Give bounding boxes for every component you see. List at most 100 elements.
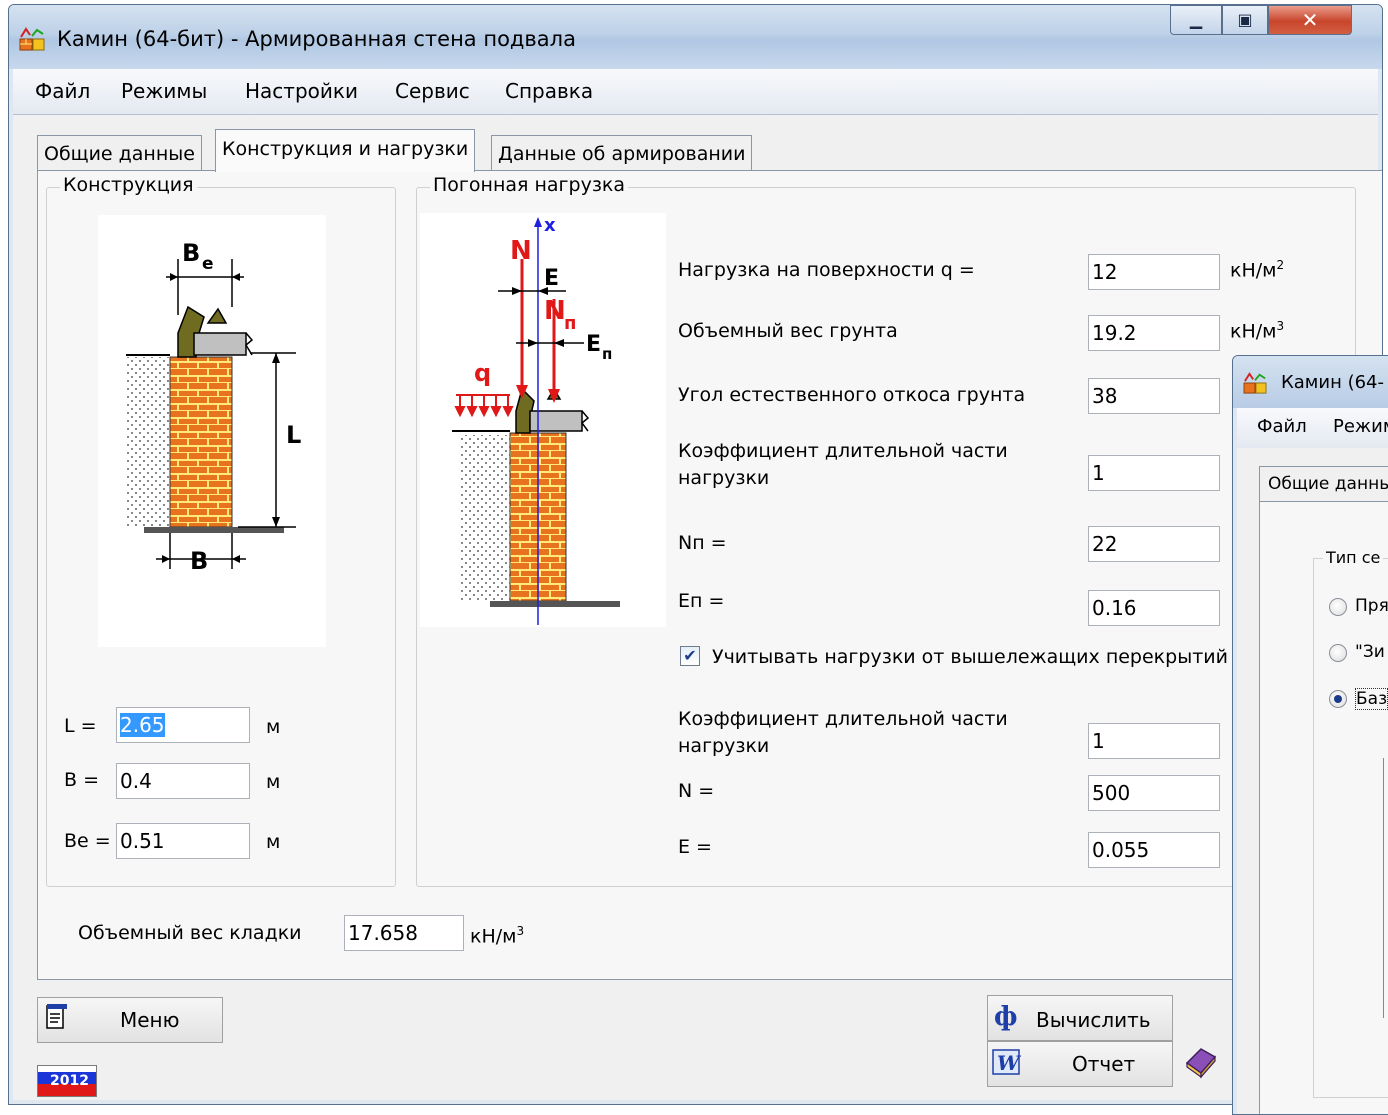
phi-icon: ф xyxy=(994,1002,1018,1032)
secondary-window-title: Камин (64- xyxy=(1281,372,1384,393)
en-input[interactable]: 0.16 xyxy=(1088,590,1220,626)
load-q-label: q xyxy=(474,359,491,387)
surface-load-input[interactable]: 12 xyxy=(1088,254,1220,290)
nn-label: Nп = xyxy=(678,532,727,554)
secondary-window[interactable]: Камин (64- Файл Режим Общие данны Тип се… xyxy=(1232,355,1388,1115)
check-icon: ✔ xyxy=(683,646,697,665)
wall-construction-figure: B e L B xyxy=(98,215,326,647)
window-title: Камин (64-бит) - Армированная стена подв… xyxy=(57,27,576,51)
floor-slab xyxy=(193,332,247,356)
upper-duration-coef-label-2: нагрузки xyxy=(678,735,770,757)
e-input[interactable]: 0.055 xyxy=(1088,832,1220,868)
load-nn-label: N xyxy=(544,296,566,326)
l-input[interactable]: 2.65 xyxy=(116,707,250,743)
secondary-app-icon xyxy=(1243,372,1267,394)
radio-rect-label: Пря xyxy=(1355,596,1388,616)
radio-base[interactable] xyxy=(1329,690,1347,708)
radio-zigzag-label: "Зи xyxy=(1355,642,1385,662)
maximize-button[interactable]: ▣ xyxy=(1222,5,1268,35)
dim-be-label: B xyxy=(182,239,200,267)
help-book-icon[interactable] xyxy=(1183,1045,1219,1079)
load-n-label: N xyxy=(510,236,532,266)
masonry-weight-input[interactable]: 17.658 xyxy=(344,915,464,951)
e-label: E = xyxy=(678,836,712,858)
soil-weight-label: Объемный вес грунта xyxy=(678,320,898,342)
report-button-label: Отчет xyxy=(1072,1052,1136,1076)
repose-angle-input[interactable]: 38 xyxy=(1088,378,1220,414)
upper-floors-label: Учитывать нагрузки от вышележащих перекр… xyxy=(712,646,1228,668)
dim-be-subscript: e xyxy=(202,254,214,274)
load-nn-subscript: п xyxy=(564,313,576,334)
secondary-tab-general[interactable]: Общие данны xyxy=(1259,466,1388,502)
calculate-button[interactable]: ф Вычислить xyxy=(987,995,1173,1041)
dim-b-label: B xyxy=(190,547,208,575)
l-input-value: 2.65 xyxy=(120,713,165,737)
upper-floors-checkbox[interactable]: ✔ xyxy=(680,646,700,666)
n-input[interactable]: 500 xyxy=(1088,775,1220,811)
brick-wall xyxy=(169,356,233,528)
tab-reinforcement-data[interactable]: Данные об армировании xyxy=(491,135,753,171)
soil-backfill xyxy=(126,357,170,527)
radio-base-label: Баз xyxy=(1355,688,1388,710)
menu-button[interactable]: Меню xyxy=(37,997,223,1043)
close-icon: ✕ xyxy=(1301,8,1319,32)
masonry-weight-unit: кН/м3 xyxy=(470,924,525,948)
dim-en-subscript: п xyxy=(602,345,612,363)
duration-coef-label-1: Коэффициент длительной части xyxy=(678,440,1008,462)
upper-duration-coef-input[interactable]: 1 xyxy=(1088,723,1220,759)
nn-input[interactable]: 22 xyxy=(1088,526,1220,562)
b-input[interactable]: 0.4 xyxy=(116,763,250,799)
year-badge: 2012 xyxy=(37,1065,97,1097)
tab-general-data[interactable]: Общие данные xyxy=(37,135,202,171)
svg-text:W: W xyxy=(997,1051,1022,1075)
menu-button-label: Меню xyxy=(120,1008,180,1032)
n-label: N = xyxy=(678,780,715,802)
menu-modes[interactable]: Режимы xyxy=(121,79,207,103)
radio-rect[interactable] xyxy=(1329,598,1347,616)
radio-zigzag[interactable] xyxy=(1329,644,1347,662)
report-button[interactable]: W Отчет xyxy=(987,1041,1173,1087)
upper-duration-coef-label-1: Коэффициент длительной части xyxy=(678,708,1008,730)
maximize-icon: ▣ xyxy=(1237,10,1253,29)
secondary-menu-bar: Файл Режим xyxy=(1237,408,1388,448)
tab-construction-loads[interactable]: Конструкция и нагрузки xyxy=(215,129,476,172)
menu-file[interactable]: Файл xyxy=(35,79,90,103)
minimize-button[interactable]: ▁ xyxy=(1170,5,1222,35)
minimize-icon: ▁ xyxy=(1189,10,1203,29)
secondary-panel-edge xyxy=(1383,758,1388,1018)
secondary-menu-modes[interactable]: Режим xyxy=(1333,416,1388,437)
menu-service[interactable]: Сервис xyxy=(395,79,470,103)
word-icon: W xyxy=(992,1049,1022,1075)
menu-help[interactable]: Справка xyxy=(505,79,593,103)
load-scheme-figure: x N E N п E п q xyxy=(420,213,666,627)
dim-en-label: E xyxy=(586,332,601,357)
duration-coef-label-2: нагрузки xyxy=(678,467,770,489)
tab-panel-construction-loads: Конструкция B e L B L = 2.65 м B = 0.4 м… xyxy=(37,170,1382,980)
be-label: Be = xyxy=(64,830,111,852)
main-window: Камин (64-бит) - Армированная стена подв… xyxy=(8,4,1383,1105)
l-unit: м xyxy=(266,716,281,738)
duration-coef-input[interactable]: 1 xyxy=(1088,455,1220,491)
dim-l-label: L xyxy=(286,421,301,449)
client-area: Общие данные Конструкция и нагрузки Данн… xyxy=(13,115,1382,1100)
en-label: Eп = xyxy=(678,590,725,612)
menu-bar: Файл Режимы Настройки Сервис Справка xyxy=(13,69,1378,115)
secondary-section-group xyxy=(1313,558,1388,1098)
close-button[interactable]: ✕ xyxy=(1268,5,1352,35)
b-unit: м xyxy=(266,771,281,793)
secondary-menu-file[interactable]: Файл xyxy=(1257,416,1307,437)
axis-x-label: x xyxy=(544,215,556,236)
secondary-section-group-label: Тип се xyxy=(1323,548,1384,567)
l-label: L = xyxy=(64,715,97,737)
caption-buttons: ▁ ▣ ✕ xyxy=(1170,5,1382,39)
menu-settings[interactable]: Настройки xyxy=(245,79,358,103)
repose-angle-label: Угол естественного откоса грунта xyxy=(678,384,1026,406)
linear-load-group-label: Погонная нагрузка xyxy=(430,174,629,196)
be-unit: м xyxy=(266,831,281,853)
be-input[interactable]: 0.51 xyxy=(116,823,250,859)
soil-weight-input[interactable]: 19.2 xyxy=(1088,315,1220,351)
calculate-button-label: Вычислить xyxy=(1036,1008,1151,1032)
secondary-client-area: Общие данны Тип се Пря "Зи Баз xyxy=(1237,448,1388,1114)
menu-icon xyxy=(46,1004,67,1029)
app-icon xyxy=(19,27,45,51)
